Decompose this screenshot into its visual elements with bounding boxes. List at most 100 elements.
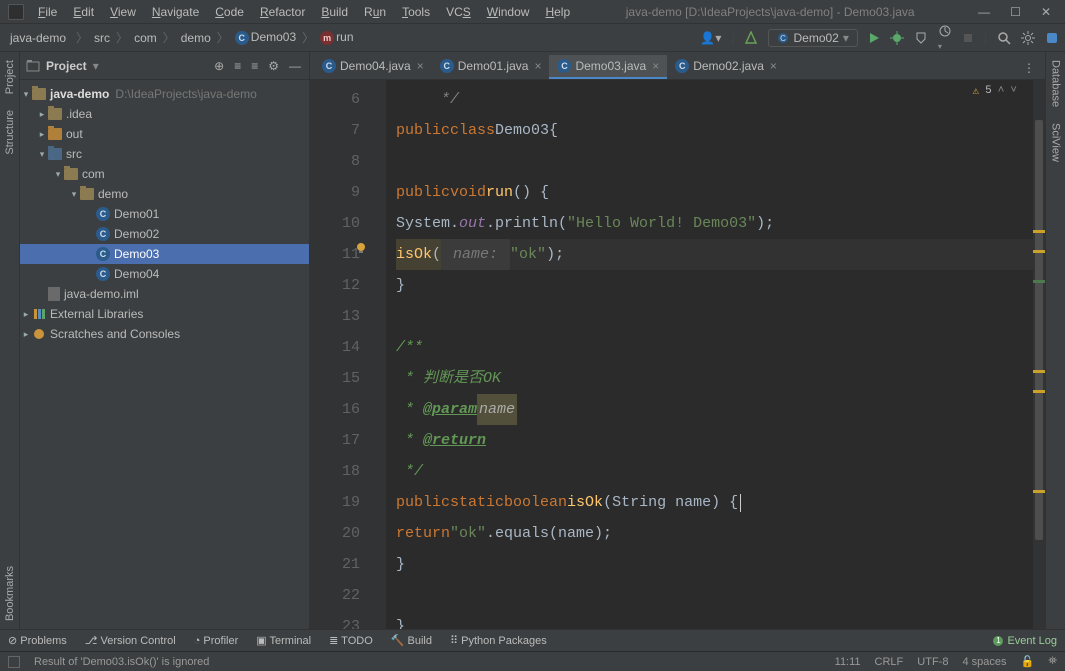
tree-out[interactable]: ▸out: [20, 124, 309, 144]
menu-help[interactable]: Help: [539, 3, 576, 21]
inspection-down-icon[interactable]: ˅: [1010, 85, 1017, 97]
bc-com[interactable]: com: [134, 31, 157, 45]
menu-run[interactable]: Run: [358, 3, 392, 21]
scrollbar-thumb[interactable]: [1035, 120, 1043, 540]
close-button[interactable]: ✕: [1041, 5, 1051, 19]
tree-iml[interactable]: java-demo.iml: [20, 284, 309, 304]
menu-edit[interactable]: Edit: [67, 3, 100, 21]
menu-code[interactable]: Code: [209, 3, 250, 21]
editor-tabs: CDemo04.java× CDemo01.java× CDemo03.java…: [310, 52, 1045, 80]
hide-panel-icon[interactable]: —: [287, 57, 303, 75]
menu-vcs[interactable]: VCS: [440, 3, 477, 21]
bottom-problems[interactable]: ⊘ Problems: [8, 634, 67, 647]
status-line-col[interactable]: 11:11: [835, 656, 861, 668]
tree-demo02[interactable]: CDemo02: [20, 224, 309, 244]
side-tab-sciview[interactable]: SciView: [1048, 115, 1064, 170]
editor-scrollbar[interactable]: [1033, 80, 1045, 629]
search-everywhere-button[interactable]: [997, 31, 1011, 45]
right-tool-gutter: Database SciView: [1045, 52, 1065, 629]
tab-demo02[interactable]: CDemo02.java×: [667, 55, 785, 79]
intention-bulb-icon[interactable]: [354, 241, 368, 255]
run-configuration-select[interactable]: C Demo02 ▾: [768, 29, 857, 47]
scroll-from-source-icon[interactable]: ⊕: [212, 57, 226, 75]
editor-gutter[interactable]: 67891011121314151617181920212223: [310, 80, 370, 629]
profiler-button[interactable]: ▾: [938, 24, 952, 52]
run-button[interactable]: [868, 32, 880, 44]
project-view-dropdown[interactable]: ▾: [93, 59, 99, 73]
bc-project[interactable]: java-demo: [6, 30, 70, 46]
settings-button[interactable]: [1021, 31, 1035, 45]
maximize-button[interactable]: ☐: [1010, 5, 1021, 19]
status-indent[interactable]: 4 spaces: [962, 656, 1006, 668]
tree-demo01[interactable]: CDemo01: [20, 204, 309, 224]
bc-method[interactable]: mrun: [320, 30, 353, 45]
collapse-all-icon[interactable]: ≡: [249, 57, 260, 75]
bottom-python[interactable]: ⠿ Python Packages: [450, 634, 547, 647]
tool-windows-toggle[interactable]: [8, 656, 20, 668]
bc-class[interactable]: CDemo03: [235, 30, 296, 45]
bottom-todo[interactable]: ≣ TODO: [329, 634, 373, 647]
debug-button[interactable]: [890, 31, 904, 45]
bc-demo[interactable]: demo: [181, 31, 211, 45]
tree-scratches[interactable]: ▸Scratches and Consoles: [20, 324, 309, 344]
menu-file[interactable]: File: [32, 3, 63, 21]
stop-button[interactable]: [962, 32, 974, 44]
minimize-button[interactable]: —: [978, 5, 990, 19]
coverage-button[interactable]: [914, 31, 928, 45]
close-icon[interactable]: ×: [417, 59, 424, 73]
side-tab-database[interactable]: Database: [1048, 52, 1064, 115]
tree-demo04[interactable]: CDemo04: [20, 264, 309, 284]
file-icon: [48, 287, 60, 301]
tabs-more-icon[interactable]: ⋮: [1013, 57, 1045, 79]
bottom-terminal[interactable]: ▣ Terminal: [256, 634, 311, 647]
folder-icon: [64, 168, 78, 180]
event-badge-icon: 1: [993, 636, 1003, 646]
code-body[interactable]: */public class Demo03 { public void run(…: [386, 80, 1033, 629]
code-editor[interactable]: 67891011121314151617181920212223 */publi…: [310, 80, 1045, 629]
close-icon[interactable]: ×: [770, 59, 777, 73]
menu-tools[interactable]: Tools: [396, 3, 436, 21]
folder-icon: [32, 88, 46, 100]
tree-demo03[interactable]: CDemo03: [20, 244, 309, 264]
tab-demo03[interactable]: CDemo03.java×: [549, 55, 667, 79]
close-icon[interactable]: ×: [652, 59, 659, 73]
side-tab-bookmarks[interactable]: Bookmarks: [2, 558, 18, 629]
status-eol[interactable]: CRLF: [875, 656, 904, 668]
class-icon: C: [322, 59, 336, 73]
tree-demo[interactable]: ▾demo: [20, 184, 309, 204]
tree-ext-libs[interactable]: ▸External Libraries: [20, 304, 309, 324]
tree-idea[interactable]: ▸.idea: [20, 104, 309, 124]
code-with-me-button[interactable]: [1045, 31, 1059, 45]
tab-demo01[interactable]: CDemo01.java×: [432, 55, 550, 79]
tree-com[interactable]: ▾com: [20, 164, 309, 184]
status-bar: Result of 'Demo03.isOk()' is ignored 11:…: [0, 651, 1065, 671]
menu-navigate[interactable]: Navigate: [146, 3, 205, 21]
bc-src[interactable]: src: [94, 31, 110, 45]
status-encoding[interactable]: UTF-8: [917, 656, 948, 668]
side-tab-project[interactable]: Project: [2, 52, 18, 102]
folder-icon: [48, 108, 62, 120]
menu-refactor[interactable]: Refactor: [254, 3, 311, 21]
tree-root[interactable]: ▾ java-demo D:\IdeaProjects\java-demo: [20, 84, 309, 104]
expand-all-icon[interactable]: ≡: [232, 57, 243, 75]
build-icon[interactable]: [744, 31, 758, 45]
menu-view[interactable]: View: [104, 3, 142, 21]
bottom-vcs[interactable]: ⎇ Version Control: [85, 634, 176, 647]
inspection-up-icon[interactable]: ˄: [998, 85, 1005, 97]
inspection-widget[interactable]: ⚠ 5 ˄ ˅: [973, 84, 1017, 98]
add-config-icon[interactable]: 👤▾: [700, 31, 721, 45]
tab-demo04[interactable]: CDemo04.java×: [314, 55, 432, 79]
side-tab-structure[interactable]: Structure: [2, 102, 18, 163]
status-notifications-icon[interactable]: ⛯: [1048, 655, 1057, 668]
fold-column[interactable]: [370, 80, 386, 629]
status-readonly-icon[interactable]: 🔓: [1020, 655, 1034, 668]
menu-window[interactable]: Window: [481, 3, 536, 21]
bottom-profiler[interactable]: ◔ Profiler: [194, 635, 239, 647]
bottom-build[interactable]: 🔨 Build: [391, 634, 432, 647]
menu-build[interactable]: Build: [315, 3, 354, 21]
close-icon[interactable]: ×: [534, 59, 541, 73]
event-log-button[interactable]: 1Event Log: [993, 635, 1057, 647]
project-tree[interactable]: ▾ java-demo D:\IdeaProjects\java-demo ▸.…: [20, 80, 309, 629]
tree-src[interactable]: ▾src: [20, 144, 309, 164]
project-settings-icon[interactable]: ⚙: [266, 57, 281, 75]
